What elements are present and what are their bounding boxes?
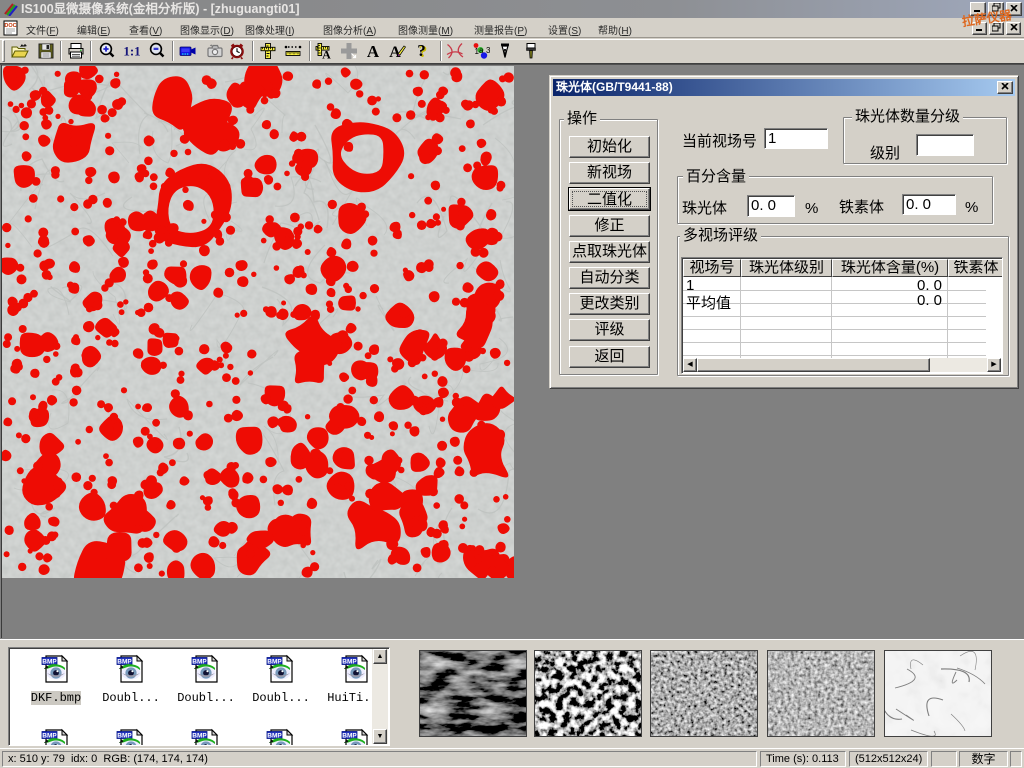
svg-text:1:1: 1:1 xyxy=(123,44,140,59)
svg-text:A: A xyxy=(367,42,380,61)
svg-text:?: ? xyxy=(417,41,426,60)
svg-text:DOC: DOC xyxy=(4,23,16,29)
svg-text:3: 3 xyxy=(486,46,490,55)
svg-text:A: A xyxy=(322,48,331,62)
svg-text:a: a xyxy=(479,46,484,55)
